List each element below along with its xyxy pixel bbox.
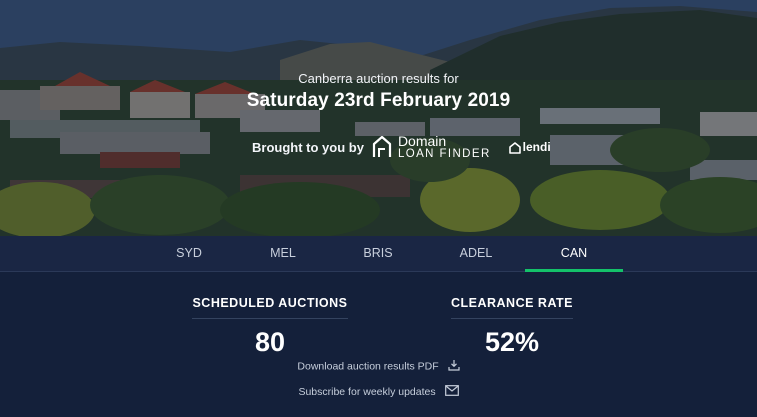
download-pdf-link[interactable]: Download auction results PDF [0, 359, 757, 374]
download-pdf-label: Download auction results PDF [297, 360, 439, 373]
scheduled-auctions-value: 80 [254, 327, 286, 357]
city-tabs: SYD MEL BRIS ADEL CAN [0, 236, 757, 272]
hero-date-title: Saturday 23rd February 2019 [246, 90, 511, 111]
scheduled-auctions-label: SCHEDULED AUCTIONS [192, 296, 348, 319]
hero-dim-overlay [0, 0, 757, 236]
lendi-icon [508, 141, 521, 154]
domain-loan-finder-logo[interactable]: Domain LOAN FINDER [398, 134, 491, 161]
loan-finder-word: LOAN FINDER [397, 147, 491, 160]
mail-icon [444, 385, 459, 399]
tab-mel[interactable]: MEL [234, 236, 332, 272]
auction-summary: SCHEDULED AUCTIONS 80 CLEARANCE RATE 52%… [0, 273, 757, 417]
hero-banner: Canberra auction results for Saturday 23… [0, 0, 757, 236]
subscribe-link[interactable]: Subscribe for weekly updates [0, 385, 757, 399]
lendi-word: lendi [522, 140, 551, 154]
tab-syd[interactable]: SYD [140, 236, 238, 272]
lendi-logo[interactable]: lendi [508, 140, 551, 154]
tab-can[interactable]: CAN [525, 236, 623, 272]
clearance-rate-label: CLEARANCE RATE [450, 296, 574, 319]
scheduled-auctions-stat: SCHEDULED AUCTIONS 80 [188, 294, 352, 358]
sponsor-text: Brought to you by [252, 139, 364, 155]
sponsor-row: Brought to you by Domain LOAN FINDER len… [252, 134, 551, 160]
clearance-rate-stat: CLEARANCE RATE 52% [440, 294, 584, 358]
clearance-rate-value: 52% [484, 327, 540, 357]
tab-adel[interactable]: ADEL [427, 236, 525, 272]
download-icon [447, 359, 460, 374]
tab-bris[interactable]: BRIS [329, 236, 427, 272]
subscribe-label: Subscribe for weekly updates [298, 385, 436, 398]
hero-subtitle: Canberra auction results for [298, 71, 459, 86]
domain-word: Domain [397, 132, 447, 149]
house-icon [372, 135, 392, 159]
